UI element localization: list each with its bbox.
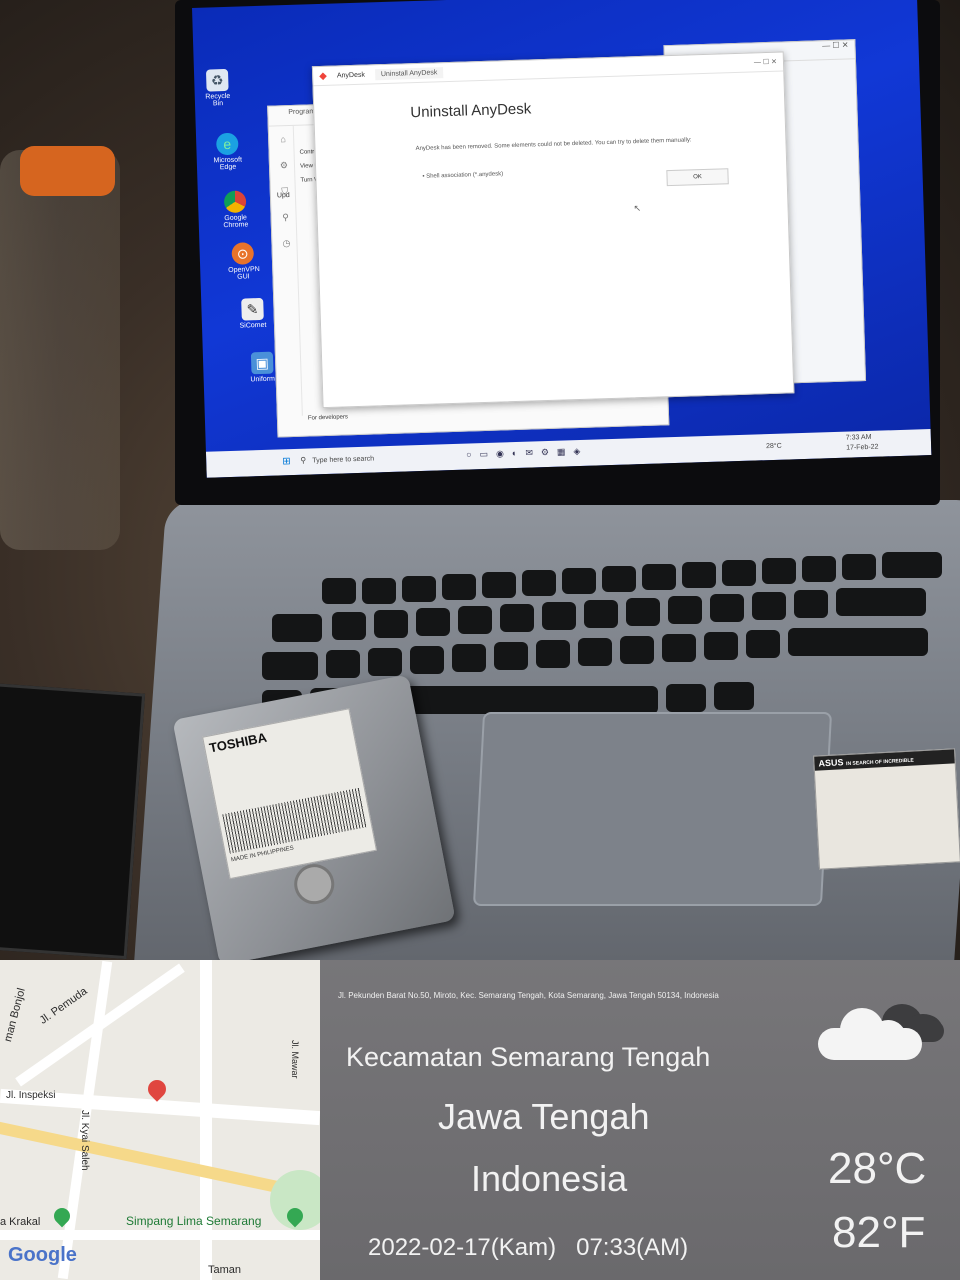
dialog-message: AnyDesk has been removed. Some elements … — [415, 137, 692, 153]
temperature-fahrenheit: 82°F — [832, 1208, 926, 1257]
mouse-cursor-icon: ↖ — [633, 202, 642, 214]
update-label: Upd — [276, 192, 290, 200]
window-controls[interactable]: — ☐ ✕ — [754, 57, 783, 67]
anydesk-uninstall-dialog[interactable]: ◆ AnyDesk Uninstall AnyDesk — ☐ ✕ Uninst… — [311, 51, 795, 409]
edge-icon: e — [215, 132, 239, 156]
temperature-celsius: 28°C — [828, 1144, 927, 1193]
recycle-bin-icon: ♻ — [205, 68, 229, 92]
taskbar-time: 7:33 AM — [845, 433, 872, 442]
address-text: Jl. Pekunden Barat No.50, Miroto, Kec. S… — [338, 991, 719, 1000]
smartphone — [0, 682, 146, 960]
chrome-icon — [223, 190, 247, 214]
dialog-item: • Shell association (*.anydesk) — [422, 171, 504, 180]
sticker-text: IN SEARCH OF INCREDIBLE — [845, 757, 914, 768]
country-text: Indonesia — [471, 1158, 628, 1199]
map-label-simpang-lima: Simpang Lima Semarang — [126, 1214, 262, 1228]
google-logo: Google — [8, 1244, 77, 1266]
map-label-kyai-saleh: Jl. Kyai Saleh — [79, 1110, 90, 1171]
hdd-label: TOSHIBA MADE IN PHILIPPINES — [202, 708, 377, 880]
touchpad — [472, 712, 833, 906]
location-map[interactable]: man Bonjol Jl. Pemuda Jl. Inspeksi Jl. M… — [0, 960, 320, 1280]
gear-icon[interactable]: ⚙ — [274, 152, 295, 179]
pin-icon[interactable]: ⚲ — [275, 204, 296, 231]
district-text: Kecamatan Semarang Tengah — [346, 1042, 711, 1072]
map-label-inspeksi: Jl. Inspeksi — [6, 1090, 56, 1101]
home-icon[interactable]: ⌂ — [273, 126, 294, 153]
map-label-bonjol: man Bonjol — [2, 986, 28, 1044]
dialog-heading: Uninstall AnyDesk — [410, 100, 532, 122]
for-developers-label[interactable]: For developers — [308, 414, 348, 421]
hard-disk-drive: TOSHIBA MADE IN PHILIPPINES — [172, 674, 456, 960]
glass-jar — [0, 150, 120, 550]
anydesk-logo-icon: ◆ — [319, 70, 328, 82]
taskbar-search-input[interactable]: Type here to search — [312, 456, 374, 465]
desktop-icon[interactable]: e Microsoft Edge — [212, 132, 243, 171]
asus-sticker: ASUS IN SEARCH OF INCREDIBLE — [813, 748, 960, 870]
ok-button[interactable]: OK — [666, 168, 729, 187]
barcode — [222, 787, 368, 854]
desktop-icon[interactable]: ▣ Uniform — [247, 351, 278, 384]
hdd-spindle — [290, 860, 338, 908]
province-text: Jawa Tengah — [438, 1096, 650, 1137]
monitor-icon: ▣ — [250, 351, 274, 375]
clock-icon[interactable]: ◷ — [276, 230, 297, 257]
location-info-panel: Jl. Pekunden Barat No.50, Miroto, Kec. S… — [320, 960, 960, 1280]
map-label-krakal: a Krakal — [0, 1216, 41, 1228]
desktop-icon[interactable]: ♻ Recycle Bin — [202, 68, 233, 108]
map-label-taman: Taman — [208, 1264, 242, 1276]
laptop-photo: ASUS IN SEARCH OF INCREDIBLE ♻ Recycle B… — [0, 0, 960, 960]
jar-lid — [20, 146, 115, 196]
hdd-brand: TOSHIBA — [207, 729, 268, 756]
windows-start-icon[interactable]: ⊞ — [282, 456, 291, 467]
desktop-icon[interactable]: ⊙ OpenVPN GUI — [227, 242, 260, 281]
sticker-brand: ASUS — [818, 757, 844, 769]
weather-temp: 28°C — [765, 442, 782, 451]
openvpn-icon: ⊙ — [231, 242, 255, 265]
laptop-screen: ♻ Recycle Bin e Microsoft Edge Google Ch… — [192, 0, 932, 478]
location-pin-icon — [144, 1076, 170, 1102]
tab-anydesk[interactable]: AnyDesk — [337, 71, 365, 79]
datetime-text: 2022-02-17(Kam) 07:33(AM) — [368, 1234, 689, 1261]
desktop-icon[interactable]: Google Chrome — [220, 190, 251, 229]
map-label-mawar: Jl. Mawar — [290, 1040, 300, 1079]
map-label-pemuda: Jl. Pemuda — [37, 985, 90, 1027]
app-icon: ✎ — [241, 297, 264, 321]
desktop-icon[interactable]: ✎ SiComet — [237, 297, 268, 330]
tab-uninstall[interactable]: Uninstall AnyDesk — [374, 66, 444, 80]
taskbar-apps[interactable]: ○▭◉◐✉⚙▦◈ — [466, 446, 589, 461]
cloudy-icon — [816, 990, 948, 1070]
taskbar-date: 17-Feb-22 — [846, 443, 879, 452]
search-icon: ⚲ — [300, 455, 307, 465]
